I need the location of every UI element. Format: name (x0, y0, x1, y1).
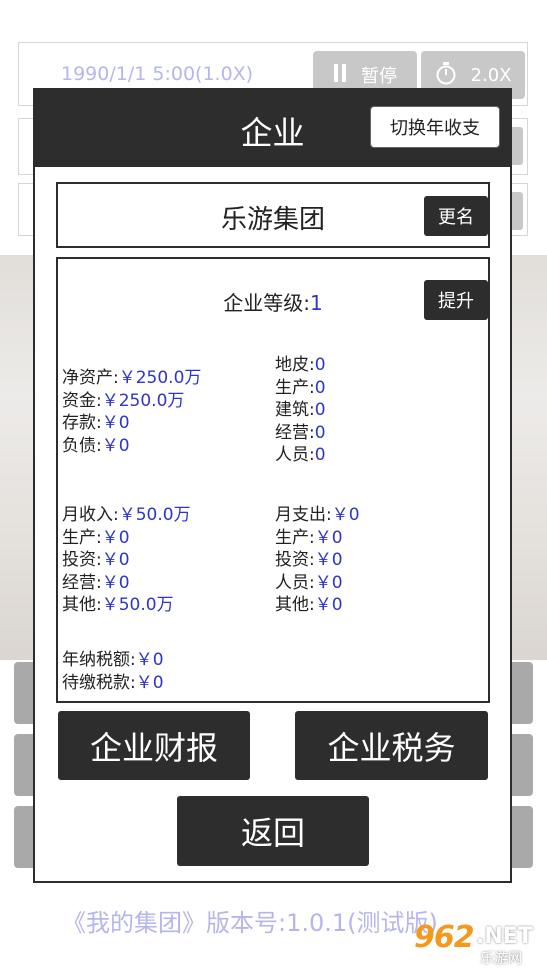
list-item: 资金:￥250.0万 (62, 390, 185, 411)
upgrade-button[interactable]: 提升 (424, 280, 488, 320)
toggle-annual-button[interactable]: 切换年收支 (370, 106, 500, 148)
site-watermark: 962 .NET 乐游网 (414, 920, 542, 968)
list-item: 人员:￥0 (275, 572, 343, 593)
list-item: 年纳税额:￥0 (62, 650, 164, 670)
list-item: 建筑:0 (275, 400, 326, 420)
speed-label: 2.0X (470, 64, 512, 86)
list-item: 月收入:￥50.0万 (62, 505, 191, 525)
list-item: 人员:0 (275, 445, 326, 465)
version-footer: 《我的集团》版本号:1.0.1(测试版) (62, 903, 438, 938)
list-item: 其他:￥50.0万 (62, 595, 174, 615)
list-item: 生产:￥0 (62, 527, 130, 548)
list-item: 投资:￥0 (275, 550, 343, 570)
financial-report-button[interactable]: 企业财报 (58, 711, 250, 780)
back-button[interactable]: 返回 (177, 796, 369, 866)
expense-list: 月支出:￥0 生产:￥0 投资:￥0 人员:￥0 其他:￥0 (275, 504, 360, 617)
list-item: 投资:￥0 (62, 550, 130, 570)
pause-icon (333, 63, 347, 88)
list-item: 负债:￥0 (62, 435, 130, 456)
list-item: 经营:0 (275, 422, 326, 443)
quote-open: 《 (62, 909, 86, 937)
pause-label: 暂停 (361, 66, 397, 87)
properties-list: 地皮:0 生产:0 建筑:0 经营:0 人员:0 (275, 354, 326, 467)
tax-affairs-button[interactable]: 企业税务 (295, 711, 488, 780)
version-label: 版本号: (206, 909, 287, 937)
tax-list: 年纳税额:￥0 待缴税款:￥0 (62, 649, 164, 694)
dialog-header: 企业 切换年收支 (35, 90, 510, 167)
list-item: 存款:￥0 (62, 413, 130, 433)
assets-list: 净资产:￥250.0万 资金:￥250.0万 存款:￥0 负债:￥0 (62, 367, 201, 457)
list-item: 经营:￥0 (62, 572, 130, 593)
stopwatch-icon (435, 61, 457, 90)
company-name-panel: 乐游集团 更名 (56, 182, 490, 248)
game-name: 我的集团 (86, 909, 182, 937)
rename-button[interactable]: 更名 (424, 196, 488, 236)
list-item: 净资产:￥250.0万 (62, 368, 202, 388)
version-value: 1.0.1 (286, 909, 348, 937)
list-item: 地皮:0 (275, 355, 326, 375)
company-dialog: 企业 切换年收支 乐游集团 更名 企业等级:1 提升 净资产:￥250.0万 资… (33, 88, 512, 883)
list-item: 生产:0 (275, 377, 326, 398)
quote-close: 》 (182, 909, 206, 937)
watermark-number: 962 (414, 920, 475, 955)
income-list: 月收入:￥50.0万 生产:￥0 投资:￥0 经营:￥0 其他:￥50.0万 (62, 504, 191, 617)
game-datetime: 1990/1/1 5:00(1.0X) (61, 63, 254, 85)
list-item: 待缴税款:￥0 (62, 672, 164, 693)
list-item: 月支出:￥0 (275, 505, 360, 525)
list-item: 其他:￥0 (275, 595, 343, 615)
company-info-panel: 企业等级:1 提升 净资产:￥250.0万 资金:￥250.0万 存款:￥0 负… (56, 257, 490, 703)
list-item: 生产:￥0 (275, 527, 343, 548)
level-label: 企业等级: (223, 291, 310, 315)
watermark-site: 乐游网 (480, 951, 522, 967)
watermark-net: .NET (476, 924, 533, 949)
level-value: 1 (310, 291, 323, 315)
